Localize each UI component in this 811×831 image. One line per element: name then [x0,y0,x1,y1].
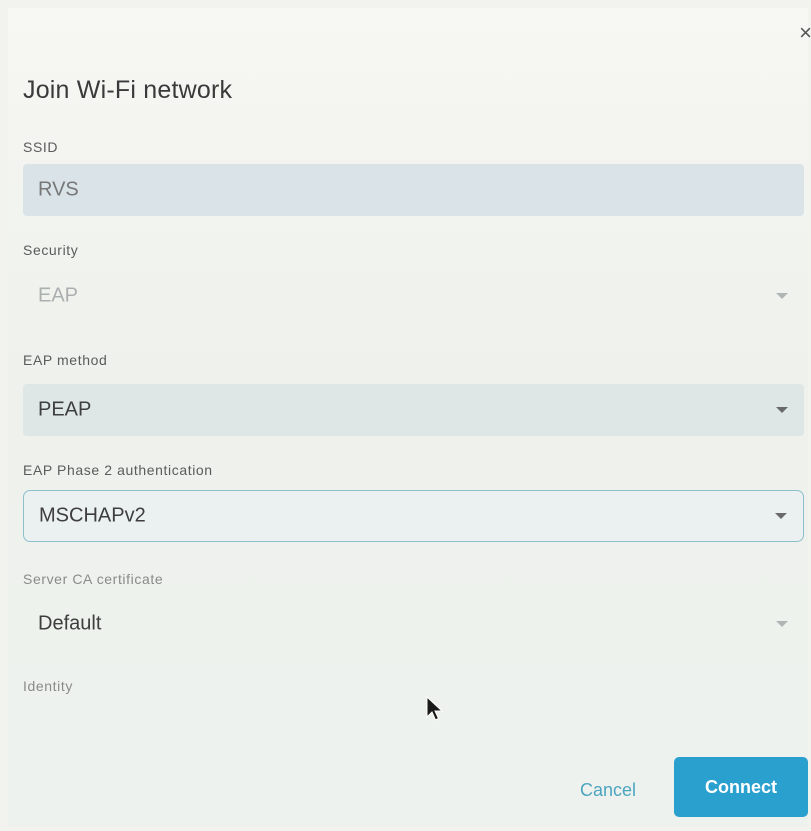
server-ca-label: Server CA certificate [23,571,164,587]
join-wifi-dialog: × Join Wi-Fi network SSID RVS Security E… [8,8,811,826]
eap-method-label: EAP method [23,352,108,368]
security-value: EAP [38,284,79,307]
chevron-down-icon [776,407,788,413]
mouse-pointer-icon [426,696,444,721]
identity-label: Identity [23,678,73,694]
dialog-title: Join Wi-Fi network [23,76,233,104]
eap-phase2-label: EAP Phase 2 authentication [23,462,213,478]
ssid-value: RVS [38,178,79,201]
identity-input[interactable] [23,698,804,738]
security-select: EAP [23,270,804,322]
server-ca-value: Default [38,612,102,635]
eap-method-value: PEAP [38,398,92,421]
eap-phase2-value: MSCHAPv2 [39,504,146,527]
security-label: Security [23,242,79,258]
close-icon[interactable]: × [799,22,811,44]
eap-phase2-select[interactable]: MSCHAPv2 [23,490,804,542]
chevron-down-icon [776,621,788,627]
ssid-label: SSID [23,139,59,155]
ssid-input[interactable]: RVS [23,164,804,216]
eap-method-select[interactable]: PEAP [23,384,804,436]
chevron-down-icon [775,513,787,519]
server-ca-select[interactable]: Default [23,598,804,650]
chevron-down-icon [776,293,788,299]
cancel-button[interactable]: Cancel [563,768,653,812]
connect-button[interactable]: Connect [674,757,808,817]
